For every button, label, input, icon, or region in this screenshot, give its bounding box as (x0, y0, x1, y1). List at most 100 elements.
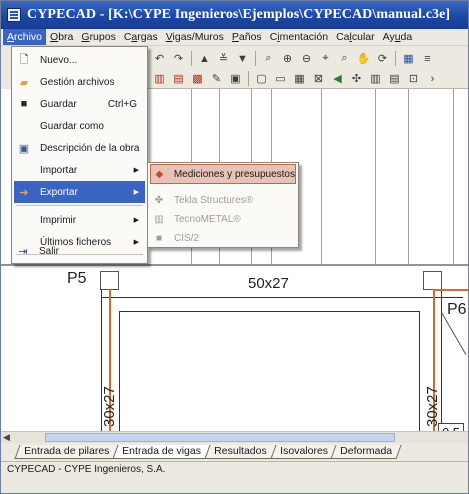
undo-icon[interactable]: ↶ (151, 50, 168, 67)
menu-cimentacion[interactable]: Cimentación (266, 29, 332, 45)
menu-item-salir[interactable]: ⇥ Salir (13, 241, 144, 261)
menu-grupos[interactable]: Grupos (77, 29, 119, 45)
dimension-tool-icon[interactable]: ▣ (227, 70, 244, 87)
grid-line (375, 89, 376, 264)
scrollbar-thumb[interactable] (45, 433, 395, 442)
submenu-arrow-icon: ▶ (133, 217, 139, 224)
menu-vigas-muros[interactable]: Vigas/Muros (162, 29, 228, 45)
submenu-item-cis2[interactable]: ■ CIS/2 (150, 228, 296, 248)
menu-item-imprimir[interactable]: Imprimir ▶ (14, 209, 145, 231)
submenu-item-mediciones-presupuestos[interactable]: ◆ Mediciones y presupuestos (150, 164, 296, 184)
toolbar-separator (255, 51, 256, 66)
horizontal-scrollbar[interactable]: ◀ (1, 431, 468, 443)
zoom-previous-icon[interactable]: ⌖ (317, 50, 334, 67)
menu-item-nuevo[interactable]: 🗋 Nuevo... (14, 49, 145, 71)
slab-tool-icon[interactable]: ▩ (189, 70, 206, 87)
archivo-menu: 🗋 Nuevo... ▰ Gestión archivos ■ Guardar … (11, 46, 148, 264)
new-document-icon: 🗋 (19, 53, 29, 66)
toolbar-row-1: ↶ ↷ ▲ ≚ ▼ ⌕ ⊕ ⊖ ⌖ ⌕ ✋ ⟳ ▦ ≡ (147, 49, 436, 68)
info-tool-icon[interactable]: ▤ (386, 70, 403, 87)
pillar-label-p5[interactable]: P5 (67, 270, 87, 288)
tecnometal-icon: ▥ (154, 213, 164, 225)
open-folder-icon: ▰ (19, 76, 29, 89)
copy-arrow-icon[interactable]: ◀ (329, 70, 346, 87)
pillar-label-p6[interactable]: P6 (447, 301, 467, 319)
cypecad-app-icon[interactable] (7, 8, 21, 22)
delete-tool-icon[interactable]: ▥ (367, 70, 384, 87)
menu-item-descripcion-obra[interactable]: ▣ Descripción de la obra (14, 137, 145, 159)
opening-tool-icon[interactable]: ▭ (272, 70, 289, 87)
menu-panos[interactable]: Paños (228, 29, 266, 45)
tab-entrada-de-vigas[interactable]: Entrada de vigas (112, 445, 211, 459)
menu-item-exportar[interactable]: ➜ Exportar ▶ (14, 181, 145, 203)
column-tool-icon[interactable]: ▤ (170, 70, 187, 87)
menu-obra[interactable]: Obra (46, 29, 77, 45)
menu-item-importar[interactable]: Importar ▶ (14, 159, 145, 181)
tab-deformada[interactable]: Deformada (330, 445, 402, 459)
menu-item-guardar[interactable]: ■ Guardar Ctrl+G (14, 93, 145, 115)
scroll-left-icon[interactable]: ◀ (3, 432, 10, 443)
beam-tool-icon[interactable]: ▥ (151, 70, 168, 87)
submenu-item-tekla[interactable]: ✤ Tekla Structures® (150, 190, 296, 210)
tab-isovalores[interactable]: Isovalores (270, 445, 337, 459)
move-tool-icon[interactable]: ✣ (348, 70, 365, 87)
menu-item-gestion-archivos[interactable]: ▰ Gestión archivos (14, 71, 145, 93)
submenu-arrow-icon: ▶ (133, 167, 139, 174)
app-window: CYPECAD - [K:\CYPE Ingenieros\Ejemplos\C… (0, 0, 469, 494)
footing-tool-icon[interactable]: ▦ (291, 70, 308, 87)
tab-resultados[interactable]: Resultados (204, 445, 277, 459)
cis2-icon: ■ (155, 232, 163, 244)
pillar-p6[interactable] (423, 271, 442, 290)
toolbar-row-2: ▥ ▤ ▩ ✎ ▣ ▢ ▭ ▦ ⊠ ◀ ✣ ▥ ▤ ⊡ › (147, 69, 441, 88)
grid-line (408, 89, 409, 264)
beam-label-50x27[interactable]: 50x27 (248, 275, 289, 292)
check-tool-icon[interactable]: ⊡ (405, 70, 422, 87)
menu-ayuda[interactable]: Ayuda (379, 29, 417, 45)
beam-label-30x27-left[interactable]: 30x27 (101, 386, 118, 427)
toolbar-separator (191, 51, 192, 66)
pillar-p5[interactable] (100, 271, 119, 290)
floor-up-icon[interactable]: ▲ (196, 50, 213, 67)
beam-edge-top (101, 297, 463, 298)
beam-edge-left (119, 311, 120, 431)
status-text: CYPECAD - CYPE Ingenieros, S.A. (7, 464, 166, 475)
exit-door-icon: ⇥ (18, 245, 28, 258)
title-bar[interactable]: CYPECAD - [K:\CYPE Ingenieros\Ejemplos\C… (1, 1, 468, 29)
building-description-icon: ▣ (18, 142, 30, 155)
zoom-all-icon[interactable]: ⌕ (336, 50, 353, 67)
redo-icon[interactable]: ↷ (170, 50, 187, 67)
floor-select-icon[interactable]: ≚ (215, 50, 232, 67)
save-disk-icon: ■ (20, 98, 28, 110)
menu-item-guardar-como[interactable]: Guardar como (14, 115, 145, 137)
redraw-icon[interactable]: ⟳ (374, 50, 391, 67)
view-tabs: Entrada de pilares Entrada de vigas Resu… (1, 443, 468, 459)
match-properties-icon[interactable]: ⊠ (310, 70, 327, 87)
zoom-in-icon[interactable]: ⊕ (279, 50, 296, 67)
toolbar-separator (395, 51, 396, 66)
menu-calcular[interactable]: Calcular (332, 29, 379, 45)
floor-plan-icon[interactable]: ▦ (400, 50, 417, 67)
grid-line (453, 89, 454, 264)
more-tools-icon[interactable]: › (424, 70, 441, 87)
pan-hand-icon[interactable]: ✋ (355, 50, 372, 67)
wall-tool-icon[interactable]: ▢ (253, 70, 270, 87)
tab-entrada-de-pilares[interactable]: Entrada de pilares (14, 445, 119, 459)
toolbar-separator (248, 71, 249, 86)
submenu-item-tecnometal[interactable]: ▥ TecnoMETAL® (150, 209, 296, 229)
zoom-window-icon[interactable]: ⌕ (260, 50, 277, 67)
menu-cargas[interactable]: Cargas (120, 29, 162, 45)
menu-bar: Archivo Obra Grupos Cargas Vigas/Muros P… (1, 29, 468, 46)
layers-icon[interactable]: ≡ (419, 50, 436, 67)
window-title: CYPECAD - [K:\CYPE Ingenieros\Ejemplos\C… (27, 7, 451, 22)
floor-down-icon[interactable]: ▼ (234, 50, 251, 67)
edit-tool-icon[interactable]: ✎ (208, 70, 225, 87)
zoom-out-icon[interactable]: ⊖ (298, 50, 315, 67)
submenu-arrow-icon: ▶ (133, 189, 139, 196)
beam-label-30x27-right[interactable]: 30x27 (424, 386, 441, 427)
menu-archivo[interactable]: Archivo (3, 29, 47, 45)
exportar-submenu: ◆ Mediciones y presupuestos ✤ Tekla Stru… (147, 162, 299, 248)
scale-value-box[interactable]: 0.5 (438, 423, 464, 431)
export-icon: ➜ (19, 186, 29, 199)
budget-icon: ◆ (155, 168, 164, 180)
tekla-icon: ✤ (154, 194, 164, 206)
